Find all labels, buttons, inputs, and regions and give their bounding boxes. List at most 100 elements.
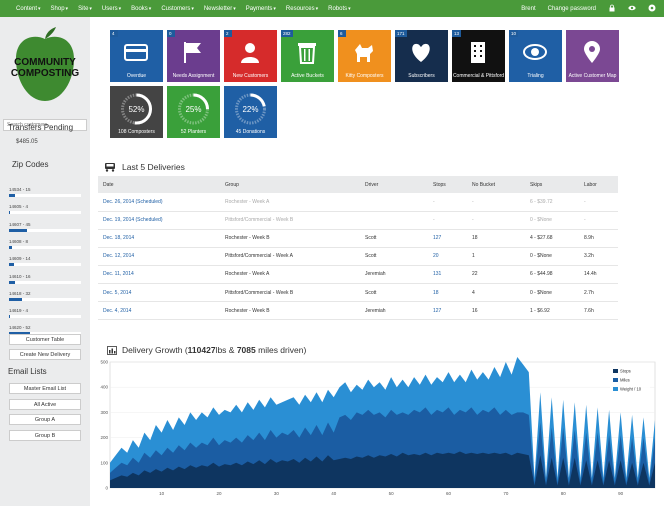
table-cell: - xyxy=(467,193,525,212)
tile-overdue[interactable]: 4 Overdue xyxy=(110,30,163,82)
ring-percent: 52% xyxy=(128,105,144,114)
table-cell: 6 - $39.72 xyxy=(525,193,579,212)
x-tick-label: 50 xyxy=(389,491,395,496)
table-cell: - xyxy=(428,211,467,230)
zip-code-item: 14609 - 14 xyxy=(9,256,81,267)
tile-count-badge: 171 xyxy=(395,30,407,37)
create-new-delivery-button[interactable]: Create New Delivery xyxy=(9,349,81,360)
y-tick-label: 100 xyxy=(100,460,108,465)
table-cell[interactable]: 18 xyxy=(428,283,467,303)
user-icon xyxy=(241,43,259,63)
legend-entry: Miles xyxy=(620,378,630,383)
chevron-down-icon: ▾ xyxy=(273,5,276,12)
table-cell: 0 - $None xyxy=(525,283,579,303)
column-header-skips[interactable]: Skips xyxy=(525,176,579,193)
main-menu: Content ▾ Shop ▾ Site ▾ Users ▾ Books ▾ Customers ▾… xyxy=(0,6,361,12)
ring-percent: 22% xyxy=(242,105,258,114)
map-pin-icon xyxy=(584,41,600,63)
y-tick-label: 400 xyxy=(100,385,108,390)
chevron-down-icon: ▾ xyxy=(191,5,194,12)
table-cell: 4 - $27.68 xyxy=(525,229,579,248)
legend-swatch xyxy=(613,369,618,373)
community-composting-logo[interactable]: COMMUNITY COMPOSTING xyxy=(10,25,80,109)
column-header-date[interactable]: Date xyxy=(98,176,220,193)
nav-item-resources[interactable]: Resources xyxy=(286,6,315,12)
zip-code-bar xyxy=(9,297,81,301)
table-cell xyxy=(360,193,428,212)
chevron-down-icon: ▾ xyxy=(233,5,236,12)
tile-needs-assignment[interactable]: 0 Needs Assignment xyxy=(167,30,220,82)
email-list-button-master-email-list[interactable]: Master Email List xyxy=(9,383,81,394)
column-header-driver[interactable]: Driver xyxy=(360,176,428,193)
tile-subscribers[interactable]: 171 Subscribers xyxy=(395,30,448,82)
nav-item-shop[interactable]: Shop xyxy=(51,6,65,12)
ring-tile[interactable]: 52% 108 Composters xyxy=(110,86,163,138)
nav-item-payments[interactable]: Payments xyxy=(246,6,273,12)
last-deliveries-title: Last 5 Deliveries xyxy=(122,162,185,172)
tile-active-customer-map[interactable]: Active Customer Map xyxy=(566,30,619,82)
ring-label: 45 Donations xyxy=(235,129,266,135)
nav-item-books[interactable]: Books xyxy=(131,6,148,12)
tile-commercial-pittsford[interactable]: 13 Commercial & Pittsford xyxy=(452,30,505,82)
zip-code-label: 14534 - 15 xyxy=(9,187,31,192)
tile-kitty-composters[interactable]: 6 Kitty Composters xyxy=(338,30,391,82)
delivery-growth-chart: 0 100 200 300 400 500 10 20 30 40 50 60 70 80 90 Stops M… xyxy=(100,357,656,496)
table-cell[interactable]: 127 xyxy=(428,229,467,248)
y-tick-label: 300 xyxy=(100,410,108,415)
email-list-button-all-active[interactable]: All Active xyxy=(9,398,81,410)
table-cell: - xyxy=(579,211,618,230)
ring-label: 108 Composters xyxy=(118,129,155,135)
table-row: Dec. 26, 2014 (Scheduled) Rochester - Wee… xyxy=(98,193,618,212)
nav-item-users[interactable]: Users xyxy=(102,6,118,12)
delivery-date-link[interactable]: Dec. 11, 2014 xyxy=(98,265,220,284)
table-cell: 22 xyxy=(467,265,525,284)
delivery-date-link[interactable]: Dec. 26, 2014 (Scheduled) xyxy=(98,193,220,212)
nav-item-site[interactable]: Site xyxy=(78,6,88,12)
tile-label: Needs Assignment xyxy=(172,73,215,79)
tile-new-customers[interactable]: 2 New Customers xyxy=(224,30,277,82)
zip-code-item: 14619 - 4 xyxy=(9,308,81,319)
change-password-link[interactable]: Change password xyxy=(548,6,596,12)
eye-icon[interactable] xyxy=(628,4,636,14)
column-header-group[interactable]: Group xyxy=(220,176,360,193)
table-cell[interactable]: 131 xyxy=(428,265,467,284)
zip-code-bar xyxy=(9,211,81,215)
building-icon xyxy=(471,42,485,63)
user-menu[interactable]: Brent xyxy=(521,6,535,12)
lock-icon[interactable] xyxy=(608,4,616,14)
email-list-button-group-a[interactable]: Group A xyxy=(9,414,81,425)
tile-count-badge: 2 xyxy=(224,30,232,37)
ring-tile[interactable]: 25% 52 Planters xyxy=(167,86,220,138)
zip-code-label: 14607 - 45 xyxy=(9,221,31,227)
column-header-no-bucket[interactable]: No Bucket xyxy=(467,176,525,193)
email-list-button-group-b[interactable]: Group B xyxy=(9,429,81,441)
nav-item-content[interactable]: Content xyxy=(16,6,37,12)
ring-tile[interactable]: 22% 45 Donations xyxy=(224,86,277,138)
tile-active-buckets[interactable]: 282 Active Buckets xyxy=(281,30,334,82)
delivery-date-link[interactable]: Dec. 4, 2014 xyxy=(98,301,220,321)
zip-code-item: 14605 - 4 xyxy=(9,204,81,215)
settings-icon[interactable] xyxy=(648,4,656,14)
table-cell: Scott xyxy=(360,283,428,303)
delivery-date-link[interactable]: Dec. 5, 2014 xyxy=(98,283,220,303)
table-cell[interactable]: 20 xyxy=(428,247,467,266)
tile-trialing[interactable]: 10 Trialing xyxy=(509,30,562,82)
zip-code-bar-fill xyxy=(9,263,15,267)
delivery-date-link[interactable]: Dec. 18, 2014 xyxy=(98,229,220,248)
svg-text:COMPOSTING: COMPOSTING xyxy=(11,68,80,79)
column-header-labor[interactable]: Labor xyxy=(579,176,618,193)
delivery-date-link[interactable]: Dec. 12, 2014 xyxy=(98,247,220,266)
zip-code-bar-fill xyxy=(9,211,11,215)
delivery-date-link[interactable]: Dec. 19, 2014 (Scheduled) xyxy=(98,211,220,230)
tile-label: Trialing xyxy=(527,73,544,79)
table-cell[interactable]: 127 xyxy=(428,301,467,321)
tile-label: Subscribers xyxy=(408,73,435,79)
eye-icon xyxy=(523,44,547,60)
column-header-stops[interactable]: Stops xyxy=(428,176,467,193)
nav-item-robots[interactable]: Robots xyxy=(328,6,347,12)
nav-item-customers[interactable]: Customers xyxy=(161,6,190,12)
nav-item-newsletter[interactable]: Newsletter xyxy=(204,6,232,12)
zip-codes-title: Zip Codes xyxy=(12,160,49,169)
table-cell: 1 xyxy=(467,247,525,266)
customer-table-button[interactable]: Customer Table xyxy=(9,334,81,345)
